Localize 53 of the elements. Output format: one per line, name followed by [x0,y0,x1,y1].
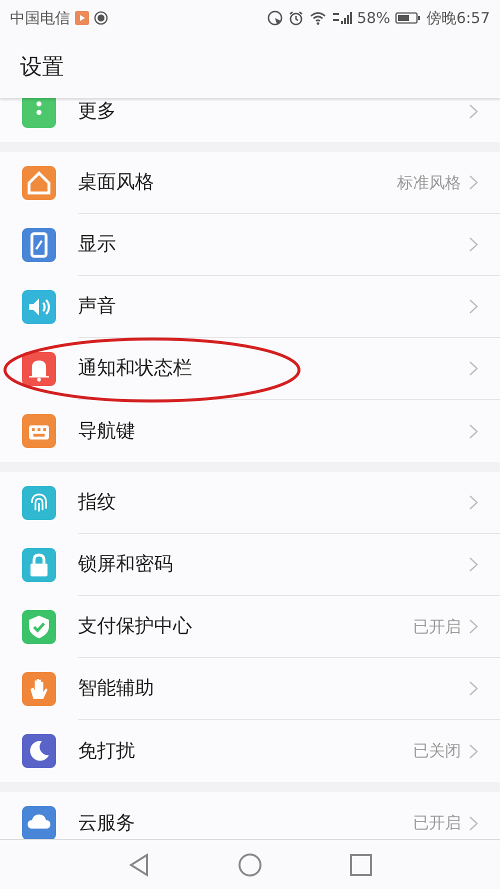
item-label: 显示 [78,234,117,255]
back-icon[interactable] [128,852,150,876]
signal-icon [332,10,352,26]
item-label: 云服务 [78,812,136,834]
chevron-icon [469,104,478,118]
alarm-icon [288,10,304,26]
settings-item[interactable]: 声音 [0,276,500,338]
settings-item[interactable]: 锁屏和密码 [0,534,500,596]
settings-item[interactable]: 智能辅助 [0,658,500,720]
item-label: 智能辅助 [78,678,155,699]
item-value: 已关闭 [413,742,461,760]
recents-icon[interactable] [350,854,372,876]
settings-item[interactable]: 指纹 [0,472,500,534]
chevron-icon [469,681,478,696]
clock-time: 傍晚6:57 [426,8,490,28]
chevron-icon [469,175,478,190]
carrier-name: 中国电信 [10,8,70,28]
item-value: 已开启 [413,814,461,832]
chevron-icon [469,619,478,634]
page-title: 设置 [20,54,64,82]
chevron-icon [469,557,478,572]
item-label: 免打扰 [78,740,136,762]
settings-item[interactable]: 显示 [0,214,500,276]
chevron-icon [469,237,478,252]
settings-item[interactable]: 更多 [0,98,500,142]
data-saver-icon [266,10,283,26]
item-value: 已开启 [413,618,461,636]
item-label: 导航键 [78,420,136,442]
chevron-icon [469,424,478,438]
settings-item[interactable]: 免打扰 已关闭 [0,720,500,782]
item-label: 支付保护中心 [78,616,193,637]
settings-item[interactable]: 通知和状态栏 [0,338,500,400]
item-label: 更多 [78,100,117,122]
settings-item[interactable]: 桌面风格 标准风格 [0,152,500,214]
play-icon [75,11,89,25]
item-label: 通知和状态栏 [78,358,193,379]
chevron-icon [469,744,478,758]
chevron-icon [469,495,478,510]
item-value: 标准风格 [397,174,461,192]
item-label: 锁屏和密码 [78,554,174,575]
battery-icon [395,11,422,25]
home-icon[interactable] [238,852,262,876]
item-label: 桌面风格 [78,172,155,193]
wifi-icon [308,10,327,26]
battery-percent: 58% [356,9,390,27]
chevron-icon [469,816,478,830]
item-label: 声音 [78,296,117,317]
chevron-icon [469,361,478,376]
settings-item[interactable]: 支付保护中心 已开启 [0,596,500,658]
chevron-icon [469,299,478,314]
settings-item[interactable]: 导航键 [0,400,500,462]
item-label: 指纹 [78,492,117,513]
record-icon [94,11,108,25]
